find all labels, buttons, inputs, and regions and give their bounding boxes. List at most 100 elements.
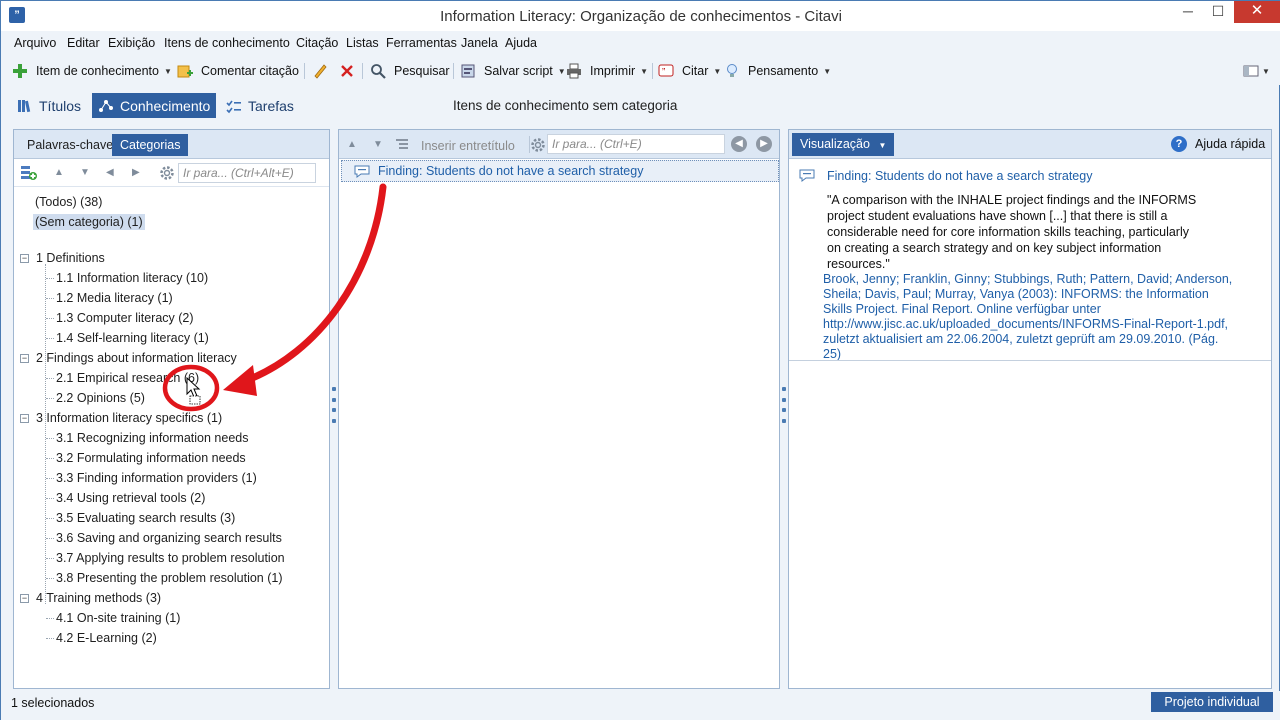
preview-dropdown-button[interactable]: Visualização ▼ xyxy=(792,133,895,156)
save-script-button[interactable]: Salvar script ▼ xyxy=(460,61,566,81)
chevron-down-icon: ▼ xyxy=(878,141,887,150)
move-up-icon[interactable]: ▲ xyxy=(54,167,64,178)
tree-connector xyxy=(46,338,54,339)
gear-icon[interactable] xyxy=(530,137,546,156)
delete-button[interactable] xyxy=(339,61,363,81)
quick-help-link[interactable]: ? Ajuda rápida xyxy=(1171,136,1265,152)
tree-category-4[interactable]: 4 Training methods (3) xyxy=(36,589,161,607)
new-category-icon[interactable] xyxy=(20,164,38,185)
category-panel-header: Palavras-chave Categorias xyxy=(14,130,329,159)
tree-category-1[interactable]: 1 Definitions xyxy=(36,249,105,267)
maximize-button[interactable]: ☐ xyxy=(1201,1,1235,23)
menu-ajuda[interactable]: Ajuda xyxy=(505,36,537,50)
preview-reference[interactable]: Brook, Jenny; Franklin, Ginny; Stubbings… xyxy=(823,272,1233,362)
tree-item-all[interactable]: (Todos) (38) xyxy=(35,193,102,211)
tree-category-4-1[interactable]: 4.1 On-site training (1) xyxy=(56,609,180,627)
comment-citation-button[interactable]: Comentar citação xyxy=(177,61,299,81)
citavi-app-icon[interactable]: ” xyxy=(9,7,25,23)
menu-itens-de-conhecimento[interactable]: Itens de conhecimento xyxy=(164,36,290,50)
tree-category-3-2[interactable]: 3.2 Formulating information needs xyxy=(56,449,246,467)
layout-options-button[interactable]: ▼ xyxy=(1243,61,1270,81)
printer-icon xyxy=(566,63,582,79)
speech-bubble-icon xyxy=(354,164,370,178)
tab-tasks[interactable]: Tarefas xyxy=(220,93,300,118)
insert-subheading-button[interactable]: Inserir entretítulo xyxy=(395,137,515,154)
tab-keywords[interactable]: Palavras-chave xyxy=(19,134,121,156)
tab-knowledge-label: Conhecimento xyxy=(120,97,211,114)
collapse-toggle[interactable]: − xyxy=(20,254,29,263)
menu-citacao[interactable]: Citação xyxy=(296,36,338,50)
project-type-badge[interactable]: Projeto individual xyxy=(1151,692,1273,712)
menu-bar: Arquivo Editar Exibição Itens de conheci… xyxy=(1,31,1280,57)
menu-ferramentas[interactable]: Ferramentas xyxy=(386,36,457,50)
minimize-button[interactable]: ─ xyxy=(1171,1,1205,23)
tree-category-3[interactable]: 3 Information literacy specifics (1) xyxy=(36,409,222,427)
tree-category-3-7[interactable]: 3.7 Applying results to problem resoluti… xyxy=(56,549,285,567)
left-splitter-handle[interactable] xyxy=(332,387,336,423)
right-splitter-handle[interactable] xyxy=(782,387,786,423)
tree-category-2[interactable]: 2 Findings about information literacy xyxy=(36,349,237,367)
tree-category-3-3[interactable]: 3.3 Finding information providers (1) xyxy=(56,469,257,487)
previous-arrow-icon[interactable]: ◀ xyxy=(731,136,747,152)
tree-connector xyxy=(46,578,54,579)
collapse-toggle[interactable]: − xyxy=(20,414,29,423)
preview-title[interactable]: Finding: Students do not have a search s… xyxy=(827,169,1092,183)
tree-connector xyxy=(46,378,54,379)
tree-category-2-2[interactable]: 2.2 Opinions (5) xyxy=(56,389,145,407)
knowledge-search-input[interactable]: Ir para... (Ctrl+E) xyxy=(547,134,725,154)
tree-category-1-3[interactable]: 1.3 Computer literacy (2) xyxy=(56,309,194,327)
delete-x-icon xyxy=(339,63,355,79)
print-button[interactable]: Imprimir ▼ xyxy=(566,61,648,81)
tab-categories[interactable]: Categorias xyxy=(112,134,189,156)
search-label: Pesquisar xyxy=(394,64,450,78)
tab-knowledge[interactable]: Conhecimento xyxy=(92,93,216,118)
tree-category-2-1[interactable]: 2.1 Empirical research (6) xyxy=(56,369,199,387)
view-title: Itens de conhecimento sem categoria xyxy=(453,98,678,113)
category-toolbar: ▲ ▼ ◀ ▶ Ir para... (Ctrl+Alt+E) xyxy=(14,160,329,187)
tree-category-3-6[interactable]: 3.6 Saving and organizing search results xyxy=(56,529,282,547)
tree-category-3-5[interactable]: 3.5 Evaluating search results (3) xyxy=(56,509,235,527)
move-down-icon[interactable]: ▼ xyxy=(373,139,383,150)
move-left-icon[interactable]: ◀ xyxy=(106,167,114,178)
collapse-toggle[interactable]: − xyxy=(20,594,29,603)
knowledge-item-row[interactable]: Finding: Students do not have a search s… xyxy=(341,160,779,182)
menu-editar[interactable]: Editar xyxy=(67,36,100,50)
toolbar-divider xyxy=(362,63,363,79)
menu-listas[interactable]: Listas xyxy=(346,36,379,50)
pencil-icon xyxy=(312,63,328,79)
tree-category-1-4[interactable]: 1.4 Self-learning literacy (1) xyxy=(56,329,209,347)
tree-connector xyxy=(45,264,46,604)
tree-category-1-1[interactable]: 1.1 Information literacy (10) xyxy=(56,269,208,287)
cite-button[interactable]: ” Citar ▼ xyxy=(658,61,721,81)
move-right-icon[interactable]: ▶ xyxy=(132,167,140,178)
tree-item-uncategorized[interactable]: (Sem categoria) (1) xyxy=(33,213,145,231)
tree-category-1-2[interactable]: 1.2 Media literacy (1) xyxy=(56,289,173,307)
tree-category-3-8[interactable]: 3.8 Presenting the problem resolution (1… xyxy=(56,569,283,587)
lightbulb-icon xyxy=(724,63,740,79)
menu-arquivo[interactable]: Arquivo xyxy=(14,36,56,50)
collapse-toggle[interactable]: − xyxy=(20,354,29,363)
tab-titles-label: Títulos xyxy=(39,97,82,114)
preview-quote: "A comparison with the INHALE project fi… xyxy=(827,193,1197,271)
tree-category-4-2[interactable]: 4.2 E-Learning (2) xyxy=(56,629,157,647)
menu-exibicao[interactable]: Exibição xyxy=(108,36,155,50)
quick-help-label: Ajuda rápida xyxy=(1195,137,1266,151)
edit-button[interactable] xyxy=(312,61,336,81)
preview-divider xyxy=(789,360,1271,361)
tree-connector xyxy=(46,278,54,279)
gear-icon[interactable] xyxy=(159,165,175,184)
knowledge-item-button[interactable]: Item de conhecimento ▼ xyxy=(12,61,172,81)
chevron-down-icon: ▼ xyxy=(823,66,832,76)
move-up-icon[interactable]: ▲ xyxy=(347,139,357,150)
knowledge-item-title: Finding: Students do not have a search s… xyxy=(378,164,644,178)
close-button[interactable]: ✕ xyxy=(1234,1,1280,23)
menu-janela[interactable]: Janela xyxy=(461,36,498,50)
thought-button[interactable]: Pensamento ▼ xyxy=(724,61,831,81)
search-button[interactable]: Pesquisar xyxy=(370,61,450,81)
tree-category-3-4[interactable]: 3.4 Using retrieval tools (2) xyxy=(56,489,205,507)
next-arrow-icon[interactable]: ▶ xyxy=(756,136,772,152)
tab-titles[interactable]: Títulos xyxy=(11,93,87,118)
category-search-input[interactable]: Ir para... (Ctrl+Alt+E) xyxy=(178,163,316,183)
move-down-icon[interactable]: ▼ xyxy=(80,167,90,178)
tree-category-3-1[interactable]: 3.1 Recognizing information needs xyxy=(56,429,248,447)
